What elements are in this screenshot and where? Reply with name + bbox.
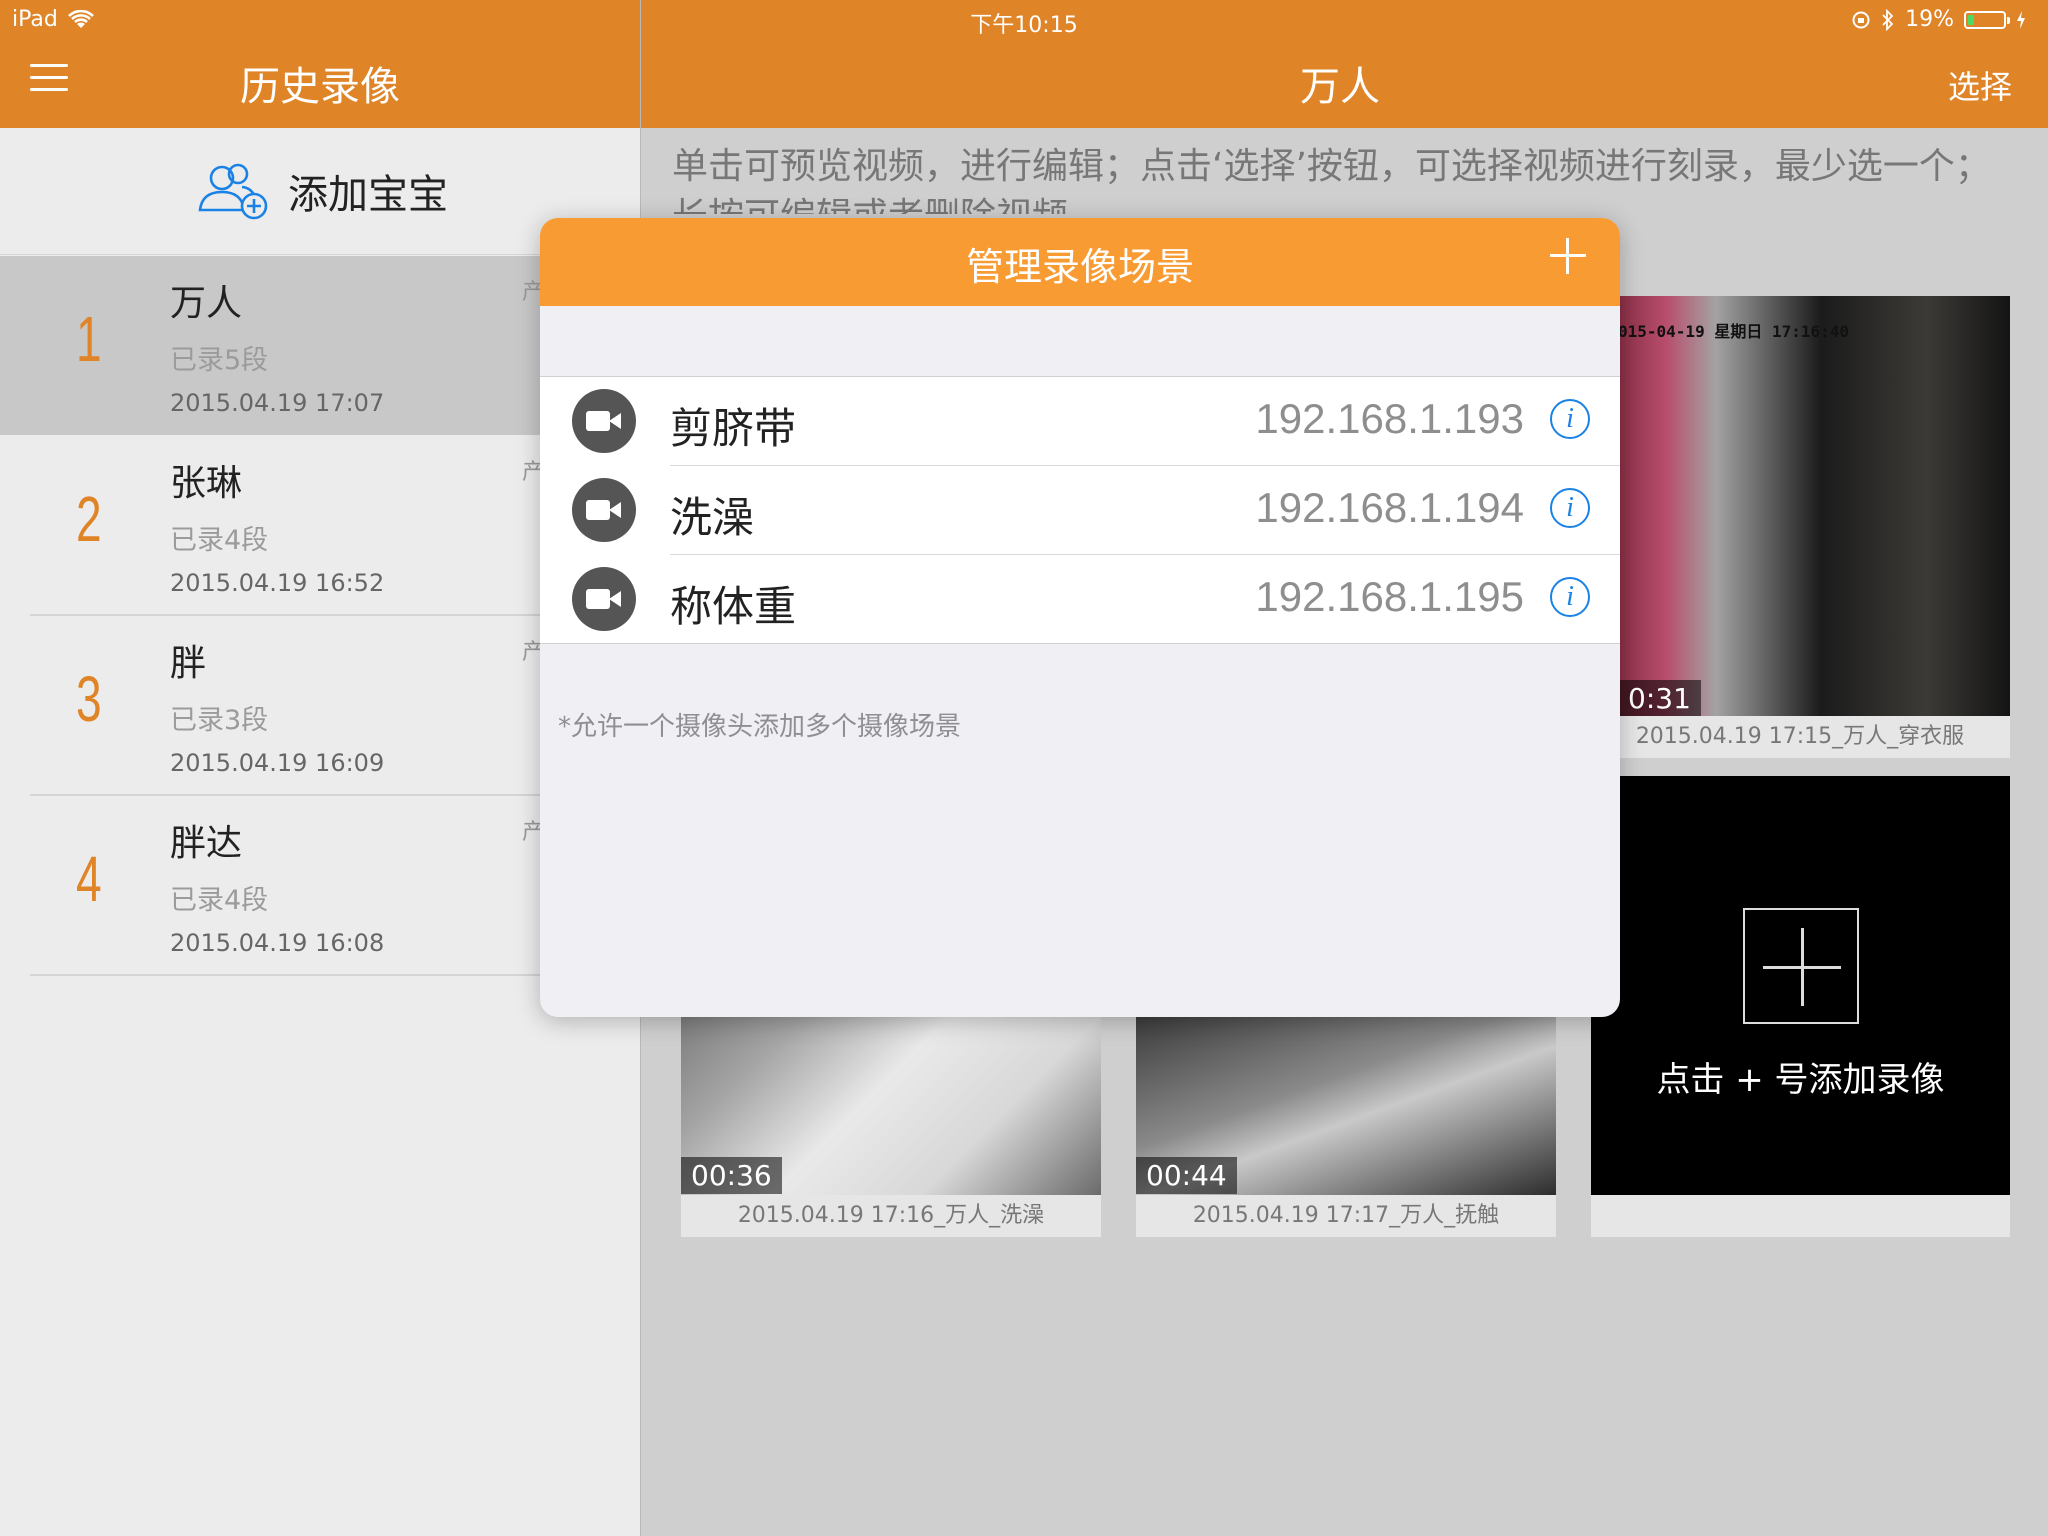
- charging-icon: [2017, 10, 2025, 29]
- scene-name: 剪脐带: [670, 404, 797, 453]
- baby-number: 4: [76, 843, 102, 915]
- baby-name: 胖达: [170, 823, 243, 864]
- scene-ip: 192.168.1.193: [1255, 395, 1524, 442]
- video-timestamp: 015-04-19 星期日 17:16:40: [1618, 322, 1850, 341]
- add-video-label: 点击 + 号添加录像: [1656, 1060, 1945, 1100]
- battery-icon: [1964, 10, 2010, 29]
- instructions-text: 单击可预览视频，进行编辑；点击‘选择’按钮，可选择视频进行刻录，最少选一个；长按…: [672, 146, 1991, 214]
- scene-row-2[interactable]: 洗澡 192.168.1.194 i: [572, 465, 1620, 554]
- baby-record-count: 已录4段: [170, 885, 269, 916]
- menu-icon[interactable]: [30, 64, 68, 92]
- baby-name: 胖: [170, 643, 207, 684]
- battery-level: [1968, 14, 1974, 25]
- baby-record-count: 已录5段: [170, 345, 269, 376]
- baby-name: 万人: [170, 283, 243, 324]
- baby-record-count: 已录4段: [170, 525, 269, 556]
- left-nav-title: 历史录像: [240, 64, 400, 110]
- bluetooth-icon: [1882, 8, 1894, 31]
- select-button[interactable]: 选择: [1948, 62, 2012, 108]
- add-baby-label: 添加宝宝: [288, 172, 448, 218]
- plus-icon: [1743, 908, 1859, 1024]
- video-caption-1: 2015.04.19 17:15_万人_穿衣服: [1590, 716, 2010, 758]
- info-icon[interactable]: i: [1550, 488, 1590, 528]
- scene-list: 剪脐带 192.168.1.193 i 洗澡 192.168.1.194 i 称…: [540, 376, 1620, 644]
- battery-percent: 19%: [1905, 7, 1954, 32]
- dialog-note: *允许一个摄像头添加多个摄像场景: [558, 712, 962, 742]
- video-caption-3: 2015.04.19 17:17_万人_抚触: [1136, 1195, 1556, 1237]
- dialog-title: 管理录像场景: [965, 245, 1194, 289]
- camera-icon: [572, 478, 636, 542]
- status-bar: iPad 下午10:15 19%: [0, 0, 2048, 40]
- manage-scenes-dialog: 管理录像场景 剪脐带 192.168.1.193 i 洗澡 192.168.1.…: [540, 218, 1620, 1017]
- video-caption-2: 2015.04.19 17:16_万人_洗澡: [681, 1195, 1101, 1237]
- baby-last-date: 2015.04.19 16:09: [170, 749, 385, 777]
- info-icon[interactable]: i: [1550, 577, 1590, 617]
- baby-number: 2: [76, 483, 102, 555]
- video-duration: 00:44: [1136, 1157, 1237, 1194]
- baby-last-date: 2015.04.19 16:52: [170, 569, 385, 597]
- add-video-caption: [1591, 1195, 2010, 1237]
- video-duration: 00:36: [681, 1157, 782, 1194]
- dialog-header: 管理录像场景: [540, 218, 1620, 306]
- add-people-icon: [198, 163, 268, 220]
- baby-last-date: 2015.04.19 17:07: [170, 389, 385, 417]
- video-thumbnail-1[interactable]: 015-04-19 星期日 17:16:40 0:31: [1590, 296, 2010, 716]
- baby-name: 张琳: [170, 463, 243, 504]
- scene-ip: 192.168.1.195: [1255, 573, 1524, 620]
- scene-name: 洗澡: [670, 493, 755, 542]
- video-duration: 0:31: [1618, 680, 1701, 716]
- add-video-card[interactable]: 点击 + 号添加录像: [1591, 776, 2010, 1195]
- scene-name: 称体重: [670, 582, 797, 631]
- add-scene-button[interactable]: [1548, 236, 1588, 276]
- scene-row-1[interactable]: 剪脐带 192.168.1.193 i: [540, 377, 1620, 465]
- camera-icon: [572, 389, 636, 453]
- status-right: 19%: [1851, 7, 2026, 32]
- right-nav-title: 万人: [1300, 64, 1380, 110]
- status-time: 下午10:15: [970, 13, 1078, 38]
- camera-icon: [572, 567, 636, 631]
- baby-record-count: 已录3段: [170, 705, 269, 736]
- scene-ip: 192.168.1.194: [1255, 484, 1524, 531]
- baby-number: 1: [76, 303, 102, 375]
- video-thumbnail-3[interactable]: 00:44: [1136, 1017, 1556, 1195]
- video-thumbnail-2[interactable]: 00:36: [681, 1017, 1101, 1195]
- baby-last-date: 2015.04.19 16:08: [170, 929, 385, 957]
- scene-row-3[interactable]: 称体重 192.168.1.195 i: [572, 554, 1620, 643]
- info-icon[interactable]: i: [1550, 399, 1590, 439]
- baby-number: 3: [76, 663, 102, 735]
- rotation-lock-icon: [1852, 11, 1870, 28]
